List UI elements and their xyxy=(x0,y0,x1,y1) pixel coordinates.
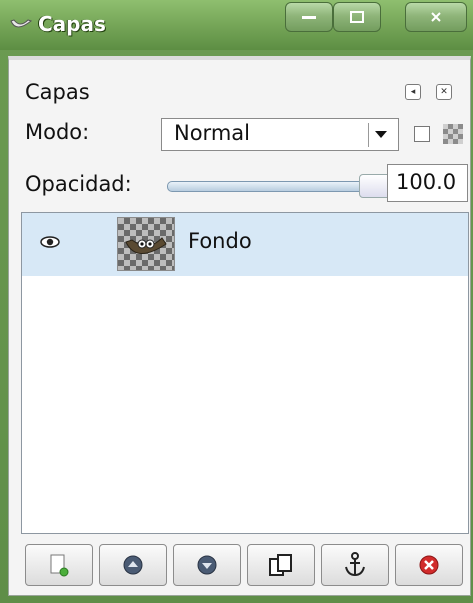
layers-list[interactable]: Fondo xyxy=(21,212,469,534)
panel-close-icon: ✕ xyxy=(440,87,448,97)
raise-icon xyxy=(123,555,143,575)
layers-dialog: Capas ◂ ✕ Modo: Normal Opacidad: 100.0 F… xyxy=(8,56,471,596)
mode-label: Modo: xyxy=(25,120,90,144)
dock-window: Capas Capas ◂ ✕ Modo: Normal Opacidad: 1… xyxy=(0,0,473,603)
maximize-button[interactable] xyxy=(333,2,381,32)
opacity-label: Opacidad: xyxy=(25,172,132,196)
duplicate-icon xyxy=(269,554,292,576)
raise-layer-button[interactable] xyxy=(99,544,167,586)
chevron-down-icon xyxy=(375,131,387,138)
delete-layer-button[interactable] xyxy=(395,544,463,586)
lock-alpha-checkbox[interactable] xyxy=(414,126,430,142)
window-title: Capas xyxy=(38,12,106,36)
opacity-value: 100.0 xyxy=(396,170,457,194)
eye-icon[interactable] xyxy=(40,235,60,249)
gimp-dock-icon xyxy=(10,19,32,28)
dropdown-separator xyxy=(368,123,369,147)
minimize-button[interactable] xyxy=(285,2,333,32)
window-close-button[interactable] xyxy=(405,2,467,32)
layers-toolbar xyxy=(25,544,465,588)
delete-icon xyxy=(419,555,439,575)
titlebar[interactable]: Capas xyxy=(0,0,473,50)
anchor-icon xyxy=(345,552,365,577)
panel-menu-button[interactable]: ◂ xyxy=(405,84,421,100)
new-layer-button[interactable] xyxy=(25,544,93,586)
mode-value: Normal xyxy=(174,121,250,145)
wilber-thumbnail xyxy=(125,237,167,254)
layer-name[interactable]: Fondo xyxy=(188,229,252,253)
new-layer-icon xyxy=(50,554,69,577)
panel-close-button[interactable]: ✕ xyxy=(436,84,452,100)
maximize-icon xyxy=(350,11,364,23)
layer-thumbnail[interactable] xyxy=(117,217,175,271)
anchor-layer-button[interactable] xyxy=(321,544,389,586)
layer-row[interactable]: Fondo xyxy=(22,213,468,276)
lower-layer-button[interactable] xyxy=(173,544,241,586)
lock-alpha-icon xyxy=(443,124,463,144)
panel-title: Capas xyxy=(25,80,90,104)
close-icon xyxy=(431,12,441,22)
mode-dropdown[interactable]: Normal xyxy=(161,118,399,151)
lower-icon xyxy=(197,555,217,575)
opacity-input[interactable]: 100.0 xyxy=(387,164,468,202)
panel-menu-icon: ◂ xyxy=(410,87,416,97)
duplicate-layer-button[interactable] xyxy=(247,544,315,586)
minimize-icon xyxy=(302,16,316,19)
